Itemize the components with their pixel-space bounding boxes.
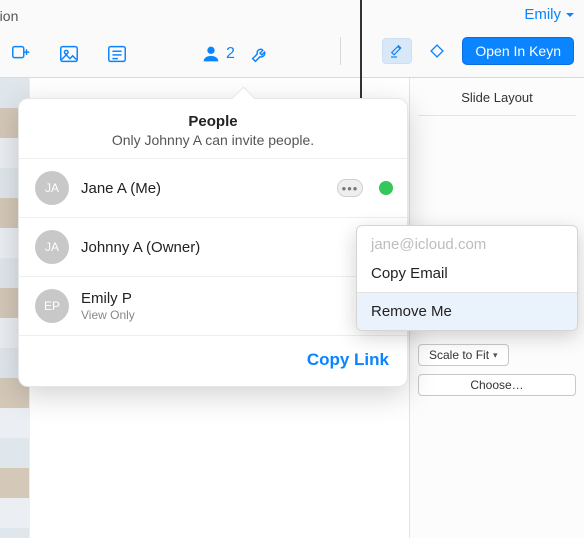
panel-tab-slide-layout[interactable]: Slide Layout (418, 90, 576, 116)
toolbar-left-group (8, 43, 130, 65)
user-dropdown[interactable]: Emily (524, 6, 576, 23)
chevron-down-icon (564, 9, 576, 21)
people-list: JA Jane A (Me) ••• JA Johnny A (Owner) E… (19, 158, 407, 336)
popover-title: People (37, 113, 389, 130)
popover-subtitle: Only Johnny A can invite people. (37, 132, 389, 148)
context-menu-remove-me[interactable]: Remove Me (357, 293, 577, 330)
presence-dot (379, 181, 393, 195)
image-icon[interactable] (56, 43, 82, 65)
choose-button[interactable]: Choose… (418, 374, 576, 396)
toolbar: ation 2 Open In Keyn Emily (0, 0, 584, 78)
collaborate-button[interactable]: 2 (200, 43, 235, 65)
chevron-down-icon: ▾ (493, 350, 498, 361)
person-name: Emily P (81, 290, 135, 307)
context-menu: jane@icloud.com Copy Email Remove Me (356, 225, 578, 331)
open-in-keynote-button[interactable]: Open In Keyn (462, 37, 574, 65)
more-options-button[interactable]: ••• (337, 179, 363, 197)
people-popover: People Only Johnny A can invite people. … (18, 98, 408, 387)
text-icon[interactable] (104, 43, 130, 65)
animate-button[interactable] (422, 38, 452, 64)
person-role: View Only (81, 308, 135, 322)
copy-link-button[interactable]: Copy Link (307, 350, 389, 369)
person-name: Johnny A (Owner) (81, 239, 200, 256)
toolbar-right-group: Open In Keyn (332, 37, 574, 65)
avatar: EP (35, 289, 69, 323)
open-button-label: Open In Keyn (475, 43, 561, 59)
insert-shape-icon[interactable] (8, 43, 34, 65)
person-row[interactable]: EP Emily P View Only (19, 277, 407, 336)
scale-to-fit-dropdown[interactable]: Scale to Fit ▾ (418, 344, 509, 366)
context-menu-email: jane@icloud.com (357, 226, 577, 255)
popover-footer: Copy Link (19, 336, 407, 386)
tools-icon[interactable] (247, 43, 273, 65)
document-title-fragment: ation (0, 8, 18, 24)
person-name: Jane A (Me) (81, 180, 161, 197)
avatar: JA (35, 171, 69, 205)
context-menu-copy-email[interactable]: Copy Email (357, 255, 577, 292)
avatar: JA (35, 230, 69, 264)
person-row[interactable]: JA Johnny A (Owner) (19, 218, 407, 277)
person-row[interactable]: JA Jane A (Me) ••• (19, 159, 407, 218)
collaborator-count: 2 (226, 45, 235, 63)
popover-header: People Only Johnny A can invite people. (19, 99, 407, 158)
format-button[interactable] (382, 38, 412, 64)
